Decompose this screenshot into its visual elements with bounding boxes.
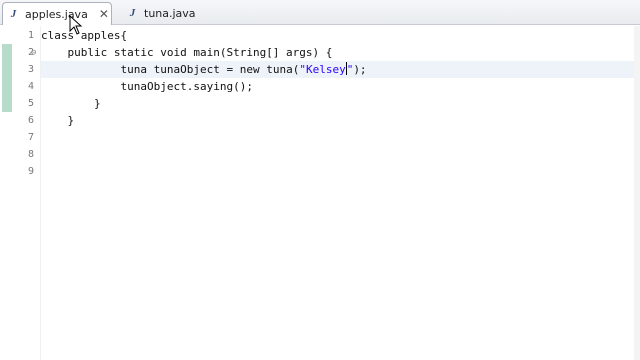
code-line-6: } (41, 112, 634, 129)
code-text: } (67, 114, 75, 127)
code-text: tuna tunaObject = (120, 63, 240, 76)
changed-line-marker (2, 78, 12, 95)
changed-line-marker (2, 44, 12, 61)
code-text: main(String[] args) { (186, 46, 333, 59)
java-file-icon: J (8, 7, 19, 21)
keyword: class (41, 29, 75, 42)
tab-apples-java[interactable]: J apples.java ✕ (2, 2, 112, 25)
line-number: 9 (27, 166, 34, 177)
code-text-area[interactable]: class apples{ public static void main(St… (41, 27, 634, 180)
line-number: 1 (27, 30, 34, 41)
change-gutter (0, 26, 14, 360)
line-number: 5 (27, 98, 34, 109)
line-number: 4 (27, 81, 34, 92)
line-number: 3 (27, 64, 34, 75)
tab-tuna-java[interactable]: J tuna.java (122, 2, 222, 25)
changed-line-marker (2, 61, 12, 78)
fold-toggle-icon[interactable]: ⊖ (31, 48, 36, 58)
line-number: 8 (27, 149, 34, 160)
code-line-5: } (41, 95, 634, 112)
changed-line-marker (2, 95, 12, 112)
code-line-3: tuna tunaObject = new tuna("Kelsey"); (41, 61, 634, 78)
keyword: public static void (67, 46, 187, 59)
tab-label: tuna.java (144, 7, 196, 20)
code-text: } (93, 97, 101, 110)
editor-tab-bar: J apples.java ✕ J tuna.java (0, 0, 640, 25)
overview-ruler[interactable] (634, 26, 640, 360)
close-icon[interactable]: ✕ (99, 8, 109, 20)
code-text: apples{ (74, 29, 128, 42)
code-text: ); (353, 63, 367, 76)
string-literal: "Kelsey (299, 63, 346, 76)
code-line-1: class apples{ (41, 27, 634, 44)
code-text: tuna( (259, 63, 300, 76)
java-file-icon: J (127, 7, 138, 20)
code-line-2: public static void main(String[] args) { (41, 44, 634, 61)
code-line-4: tunaObject.saying(); (41, 78, 634, 95)
code-text: tunaObject.saying(); (120, 80, 253, 93)
line-number: 6 (27, 115, 34, 126)
code-editor[interactable]: J apples.java ✕ J tuna.java 1 2 3 4 5 6 … (0, 0, 640, 360)
line-number: 7 (27, 132, 34, 143)
keyword: new (239, 63, 260, 76)
